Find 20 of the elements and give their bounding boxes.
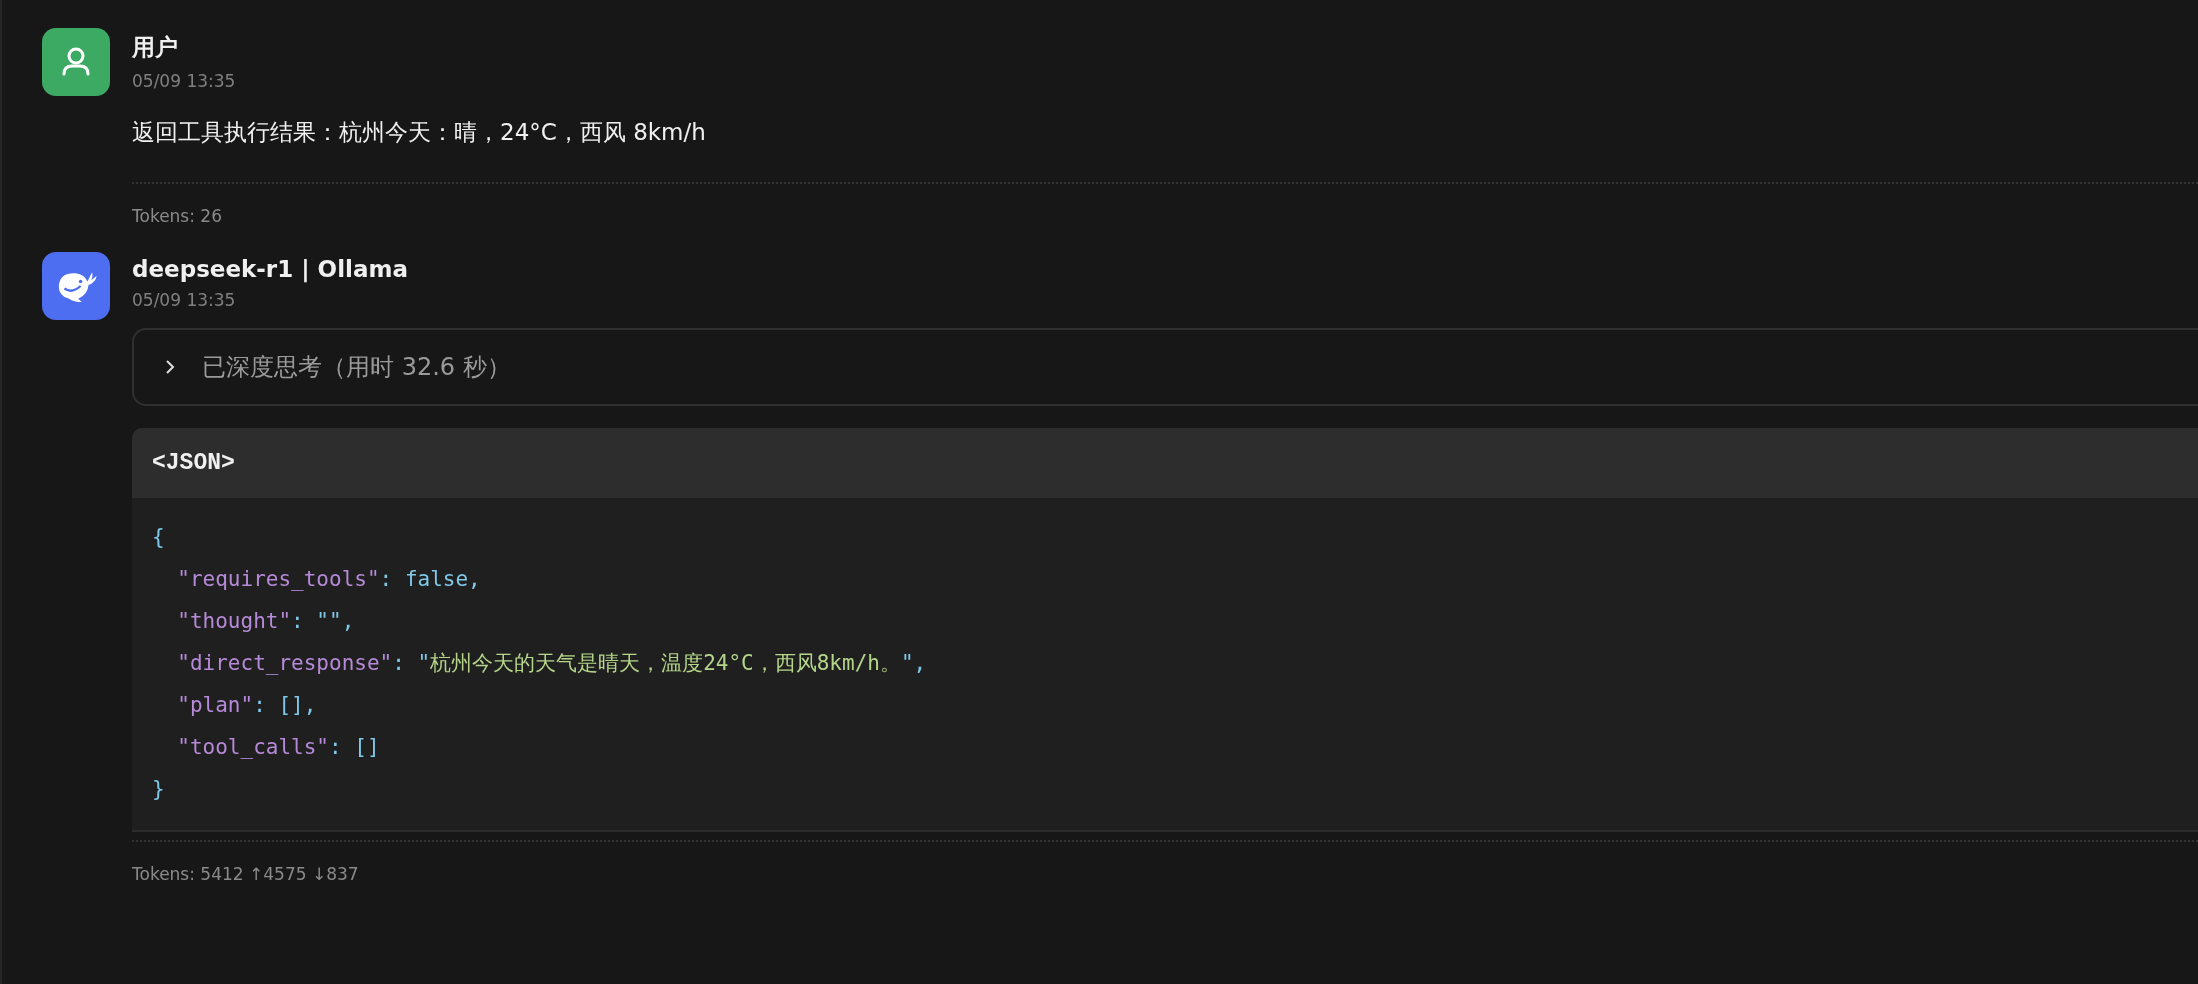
code-line: } — [152, 776, 166, 803]
token-count: Tokens: 5412 ↑4575 ↓837 — [132, 864, 360, 884]
timestamp: 05/09 13:35 — [132, 290, 237, 310]
author-name: deepseek-r1 | Ollama — [132, 256, 409, 282]
code-line: "tool_calls": [] — [176, 734, 381, 761]
code-line: { — [152, 524, 166, 551]
thinking-toggle[interactable]: 已深度思考（用时 32.6 秒） — [132, 328, 2198, 406]
code-line: "direct_response": "杭州今天的天气是晴天，温度24°C，西风8km/h。", — [176, 650, 928, 677]
code-line: "thought": "", — [176, 608, 356, 635]
avatar-icon — [42, 252, 110, 320]
code-language: <JSON> — [152, 450, 235, 476]
message-text: 返回工具执行结果：杭州今天：晴，24°C，西风 8km/h — [132, 118, 707, 147]
thinking-label: 已深度思考（用时 32.6 秒） — [202, 352, 511, 383]
timestamp: 05/09 13:35 — [132, 71, 237, 91]
avatar-icon — [42, 28, 110, 96]
code-line: "requires_tools": false, — [176, 566, 482, 593]
author-name: 用户 — [132, 33, 179, 62]
code-line: "plan": [], — [176, 692, 318, 719]
token-count: Tokens: 26 — [132, 206, 223, 226]
chevron-icon — [164, 359, 176, 375]
